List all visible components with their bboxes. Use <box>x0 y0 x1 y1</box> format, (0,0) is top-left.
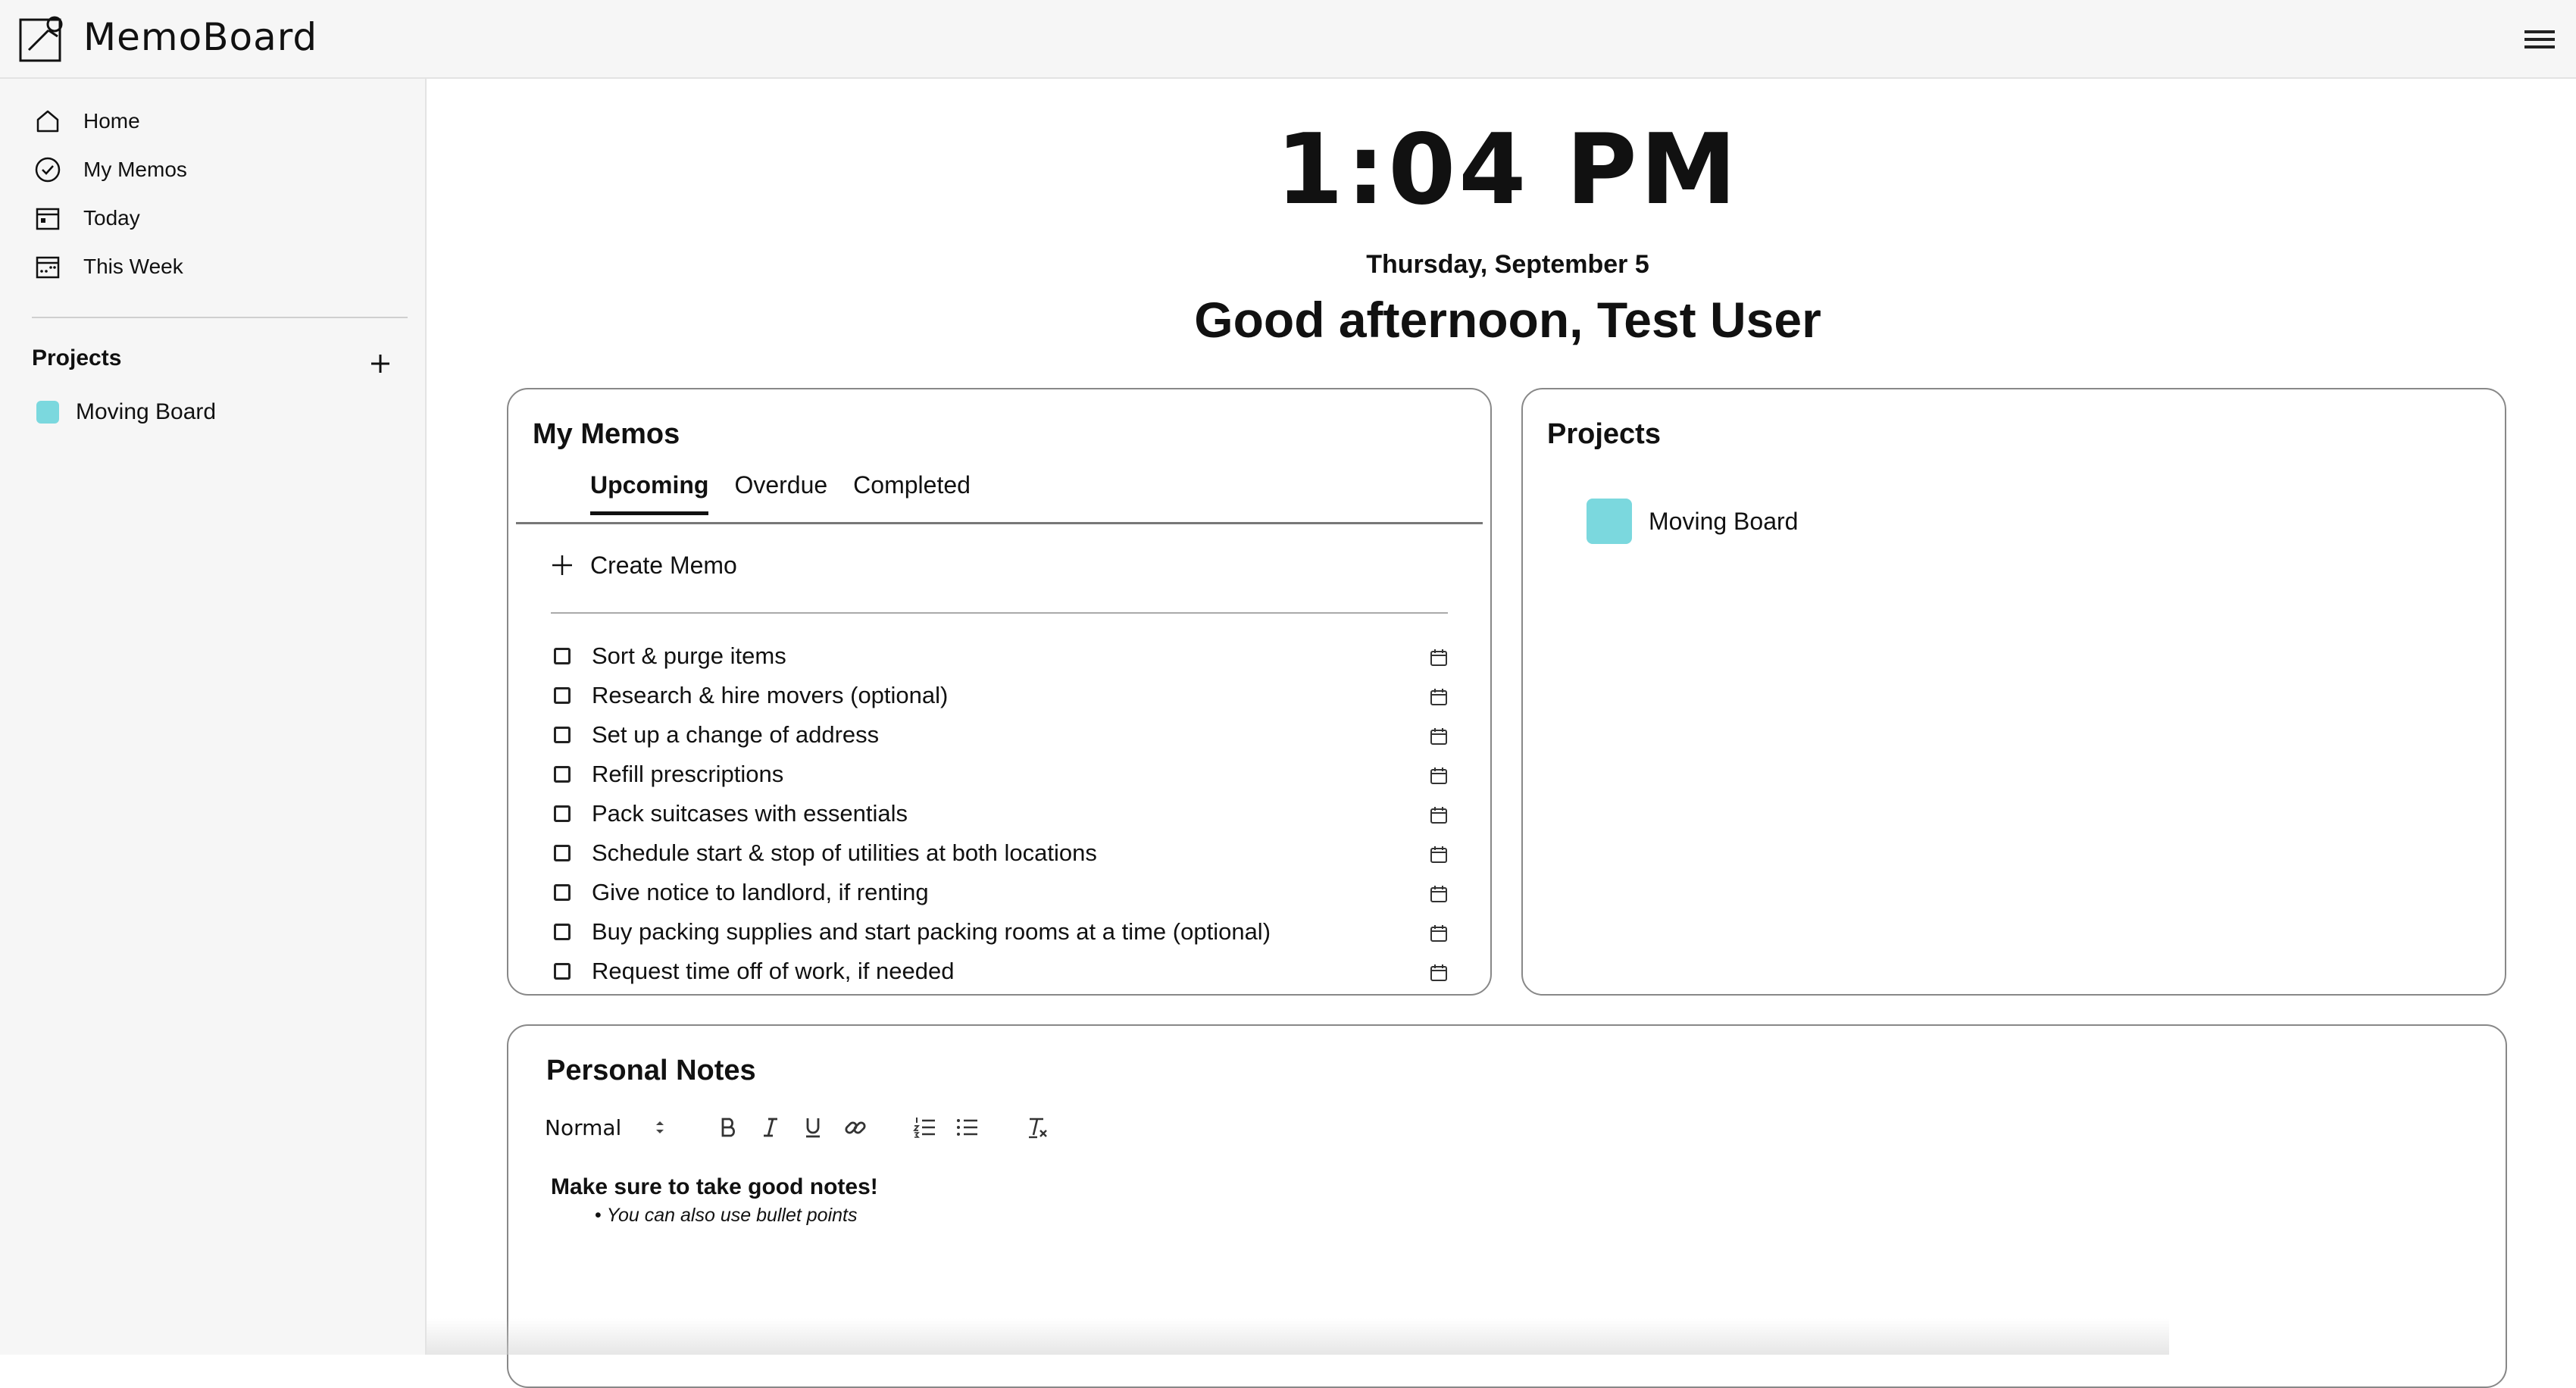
clear-format-icon[interactable] <box>1022 1112 1052 1143</box>
link-icon[interactable] <box>840 1112 871 1143</box>
add-project-icon[interactable] <box>362 345 399 382</box>
memoboard-logo-icon <box>19 16 63 62</box>
create-divider <box>551 612 1448 614</box>
nav-this-week[interactable]: This Week <box>30 245 394 288</box>
editor-toolbar: Normal <box>545 1105 1052 1150</box>
project-color-swatch <box>36 401 59 424</box>
list-item: Set up a change of address <box>551 715 1452 755</box>
memo-text: Set up a change of address <box>592 721 880 748</box>
current-date: Thursday, September 5 <box>1366 250 1649 279</box>
nav-home-label: Home <box>83 109 140 133</box>
calendar-icon[interactable] <box>1428 923 1449 944</box>
top-bar: MemoBoard <box>0 0 2576 79</box>
list-item: Request time off of work, if needed <box>551 952 1452 991</box>
memo-checkbox[interactable] <box>554 727 571 743</box>
project-item-moving-board[interactable]: Moving Board <box>1587 499 1798 544</box>
home-icon <box>36 110 59 133</box>
check-circle-icon <box>35 157 61 183</box>
sidebar-divider <box>32 317 408 318</box>
calendar-icon[interactable] <box>1428 686 1449 708</box>
plus-icon <box>552 555 572 575</box>
calendar-icon[interactable] <box>1428 765 1449 786</box>
italic-icon[interactable] <box>755 1112 786 1143</box>
memo-checkbox[interactable] <box>554 884 571 901</box>
tab-upcoming[interactable]: Upcoming <box>590 471 709 515</box>
tab-overdue[interactable]: Overdue <box>734 471 827 515</box>
create-memo-label: Create Memo <box>590 551 737 579</box>
projects-card: Projects Moving Board <box>1521 388 2506 996</box>
project-color-swatch <box>1587 499 1632 544</box>
list-item: Research & hire movers (optional) <box>551 676 1452 715</box>
nav-today[interactable]: Today <box>30 197 394 239</box>
bullet-list-icon[interactable] <box>952 1112 983 1143</box>
bold-icon[interactable] <box>713 1112 743 1143</box>
memo-text: Request time off of work, if needed <box>592 958 955 984</box>
underline-icon[interactable] <box>798 1112 828 1143</box>
nav-today-label: Today <box>83 206 140 230</box>
notes-content-heading[interactable]: Make sure to take good notes! <box>551 1174 878 1200</box>
calendar-icon[interactable] <box>1428 726 1449 747</box>
create-memo-button[interactable]: Create Memo <box>551 542 737 588</box>
list-item: Buy packing supplies and start packing r… <box>551 912 1452 952</box>
notes-content-bullet[interactable]: You can also use bullet points <box>595 1205 858 1227</box>
greeting: Good afternoon, Test User <box>1194 292 1821 348</box>
nav-my-memos-label: My Memos <box>83 158 187 181</box>
text-format-value: Normal <box>545 1114 622 1140</box>
text-format-select[interactable]: Normal <box>545 1115 674 1140</box>
nav-this-week-label: This Week <box>83 255 183 278</box>
nav-home[interactable]: Home <box>30 100 394 142</box>
app-name: MemoBoard <box>83 15 318 59</box>
memo-text: Research & hire movers (optional) <box>592 682 949 708</box>
calendar-icon[interactable] <box>1428 883 1449 905</box>
sidebar: Home My Memos Today This Week Projects M… <box>0 79 427 1355</box>
memo-checkbox[interactable] <box>554 924 571 940</box>
calendar-icon[interactable] <box>1428 647 1449 668</box>
calendar-icon[interactable] <box>1428 805 1449 826</box>
calendar-today-icon <box>36 208 60 230</box>
tab-completed[interactable]: Completed <box>853 471 971 515</box>
calendar-week-icon <box>36 256 60 279</box>
sidebar-projects-title: Projects <box>32 345 122 370</box>
list-item: Schedule start & stop of utilities at bo… <box>551 833 1452 873</box>
personal-notes-title: Personal Notes <box>546 1055 756 1086</box>
memo-text: Sort & purge items <box>592 642 786 669</box>
sidebar-project-moving-board[interactable]: Moving Board <box>36 391 216 433</box>
memo-checkbox[interactable] <box>554 687 571 704</box>
memo-tabs: Upcoming Overdue Completed <box>590 471 996 515</box>
projects-card-title: Projects <box>1547 418 1661 450</box>
memo-text: Pack suitcases with essentials <box>592 800 908 827</box>
project-item-label: Moving Board <box>1649 507 1799 535</box>
memo-list: Sort & purge items Research & hire mover… <box>551 636 1452 991</box>
nav-my-memos[interactable]: My Memos <box>30 148 394 191</box>
memo-checkbox[interactable] <box>554 805 571 822</box>
ordered-list-icon[interactable] <box>910 1112 940 1143</box>
list-item: Sort & purge items <box>551 636 1452 676</box>
my-memos-card: My Memos Upcoming Overdue Completed Crea… <box>507 388 1492 996</box>
memo-text: Schedule start & stop of utilities at bo… <box>592 839 1097 866</box>
clock-time: 1:04 PM <box>1275 114 1740 227</box>
memo-checkbox[interactable] <box>554 648 571 664</box>
hamburger-menu-icon[interactable] <box>2523 26 2556 53</box>
my-memos-title: My Memos <box>533 418 680 450</box>
memo-checkbox[interactable] <box>554 766 571 783</box>
memo-checkbox[interactable] <box>554 963 571 980</box>
memo-text: Give notice to landlord, if renting <box>592 879 929 905</box>
memo-text: Buy packing supplies and start packing r… <box>592 918 1271 945</box>
memo-checkbox[interactable] <box>554 845 571 861</box>
calendar-icon[interactable] <box>1428 844 1449 865</box>
bottom-shadow <box>427 1318 2169 1355</box>
calendar-icon[interactable] <box>1428 962 1449 983</box>
sidebar-project-label: Moving Board <box>76 399 217 424</box>
memo-text: Refill prescriptions <box>592 761 784 787</box>
list-item: Refill prescriptions <box>551 755 1452 794</box>
tabs-divider <box>516 522 1483 524</box>
list-item: Give notice to landlord, if renting <box>551 873 1452 912</box>
list-item: Pack suitcases with essentials <box>551 794 1452 833</box>
select-arrows-icon <box>656 1121 664 1133</box>
